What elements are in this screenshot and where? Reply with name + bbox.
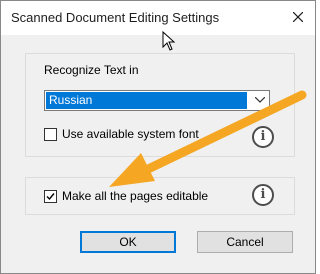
settings-dialog: Scanned Document Editing Settings Recogn… xyxy=(0,0,316,274)
annotation-arrow-icon xyxy=(109,90,307,187)
